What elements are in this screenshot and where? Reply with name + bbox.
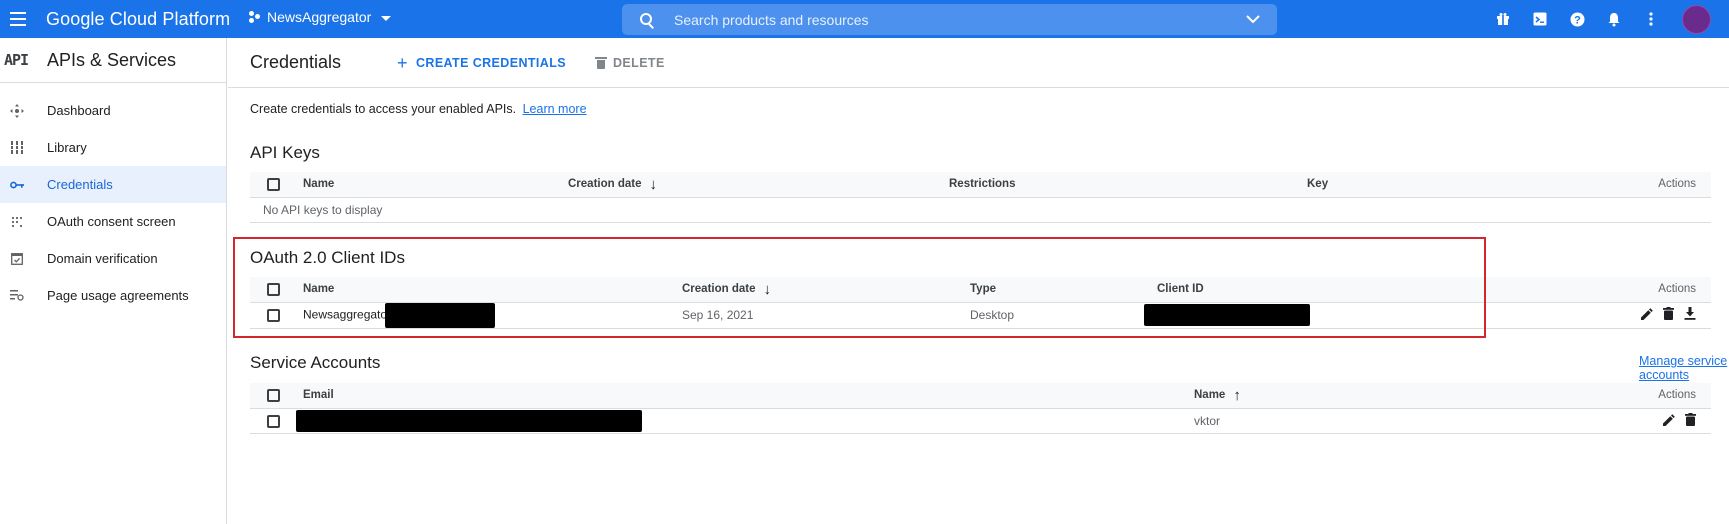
gift-icon[interactable]: [1494, 10, 1512, 28]
column-header[interactable]: Key: [1307, 172, 1547, 197]
dashboard-icon: [9, 103, 25, 119]
sidebar-item-label: Library: [47, 140, 87, 155]
column-header: Actions: [1658, 389, 1696, 402]
svg-text:?: ?: [1574, 14, 1581, 26]
sidebar: API APIs & Services Dashboard Library Cr…: [0, 38, 227, 524]
search-box[interactable]: [622, 4, 1277, 35]
sidebar-item-label: Page usage agreements: [47, 288, 189, 303]
column-header[interactable]: Name ↑ Actions: [1194, 383, 1711, 408]
column-header[interactable]: Email: [303, 383, 1194, 408]
sidebar-item-page-usage[interactable]: Page usage agreements: [0, 277, 226, 314]
column-header[interactable]: Creation date ↓: [568, 172, 949, 197]
sidebar-item-label: Dashboard: [47, 103, 111, 118]
notifications-icon[interactable]: [1605, 10, 1623, 28]
sidebar-item-library[interactable]: Library: [0, 129, 226, 166]
project-selector[interactable]: NewsAggregator: [249, 9, 392, 25]
sort-descending-icon: ↓: [649, 175, 658, 193]
page-title: Credentials: [250, 52, 342, 72]
api-keys-title: API Keys: [250, 143, 320, 162]
sidebar-item-label: OAuth consent screen: [47, 214, 176, 229]
empty-state-text: No API keys to display: [263, 202, 383, 217]
delete-icon[interactable]: [1685, 412, 1696, 429]
column-header: Actions: [1658, 178, 1696, 191]
sidebar-header: API APIs & Services: [0, 38, 226, 83]
sidebar-item-dashboard[interactable]: Dashboard: [0, 92, 226, 129]
create-credentials-label: CREATE CREDENTIALS: [415, 55, 566, 70]
select-all-checkbox[interactable]: [267, 177, 280, 191]
sidebar-title: APIs & Services: [47, 49, 177, 70]
column-header: Actions: [1658, 283, 1696, 296]
edit-icon[interactable]: [1663, 413, 1675, 429]
table-row: vktor: [250, 408, 1711, 433]
manage-service-accounts-link[interactable]: Manage service accounts: [1639, 354, 1729, 382]
search-input[interactable]: [674, 11, 1241, 28]
page-usage-icon: [9, 288, 25, 304]
api-keys-table: Name Creation date ↓ Restrictions Key Act…: [250, 172, 1711, 223]
add-icon: +: [397, 52, 408, 73]
oauth-consent-icon: [9, 214, 25, 230]
delete-icon[interactable]: [1663, 307, 1674, 323]
name-cell: vktor: [1194, 408, 1711, 433]
dropdown-caret-icon: [381, 15, 392, 21]
trash-icon: [595, 56, 607, 69]
page-header: Credentials + CREATE CREDENTIALS DELETE: [228, 38, 1729, 88]
redacted-block: [296, 409, 642, 432]
sidebar-item-oauth-consent[interactable]: OAuth consent screen: [0, 203, 226, 240]
table-header-row: Name Creation date ↓ Restrictions Key Act…: [250, 172, 1711, 197]
project-icon: [249, 11, 261, 23]
email-cell[interactable]: [296, 408, 1194, 433]
library-icon: [9, 140, 25, 156]
empty-row: No API keys to display: [250, 197, 1711, 222]
sidebar-item-credentials[interactable]: Credentials: [0, 166, 226, 203]
sidebar-item-domain-verification[interactable]: Domain verification: [0, 240, 226, 277]
create-credentials-button[interactable]: + CREATE CREDENTIALS: [397, 54, 566, 72]
api-logo: API: [4, 51, 29, 69]
highlight-box: [233, 237, 1486, 338]
actions-cell: [1517, 302, 1711, 328]
service-account-name: vktor: [1194, 413, 1221, 428]
brand-name[interactable]: Google Cloud Platform: [46, 9, 230, 30]
download-icon[interactable]: [1684, 307, 1696, 323]
sidebar-item-label: Credentials: [47, 177, 113, 192]
edit-icon[interactable]: [1641, 307, 1653, 323]
intro-description: Create credentials to access your enable…: [250, 102, 517, 116]
account-avatar[interactable]: [1682, 5, 1711, 34]
menu-icon[interactable]: [8, 8, 30, 30]
select-all-checkbox[interactable]: [267, 388, 280, 402]
row-checkbox[interactable]: [267, 414, 280, 428]
top-app-bar: Google Cloud Platform NewsAggregator ?: [0, 0, 1729, 38]
domain-verification-icon: [9, 251, 25, 267]
sort-ascending-icon: ↑: [1233, 386, 1241, 404]
search-icon: [638, 11, 656, 29]
help-icon[interactable]: ?: [1568, 10, 1586, 28]
key-icon: [9, 177, 25, 193]
table-header-row: Email Name ↑ Actions: [250, 383, 1711, 408]
more-vert-icon[interactable]: [1642, 10, 1660, 28]
delete-button[interactable]: DELETE: [595, 55, 665, 70]
service-accounts-table: Email Name ↑ Actions vktor: [250, 383, 1711, 434]
service-accounts-title: Service Accounts: [250, 353, 381, 372]
column-header[interactable]: Name: [303, 172, 568, 197]
delete-label: DELETE: [613, 55, 665, 70]
chevron-down-icon[interactable]: [1241, 8, 1265, 32]
column-header[interactable]: Restrictions: [949, 172, 1307, 197]
project-name: NewsAggregator: [267, 9, 372, 25]
terminal-icon[interactable]: [1531, 10, 1549, 28]
learn-more-link[interactable]: Learn more: [523, 102, 587, 116]
intro-text: Create credentials to access your enable…: [250, 102, 587, 116]
sidebar-item-label: Domain verification: [47, 251, 158, 266]
